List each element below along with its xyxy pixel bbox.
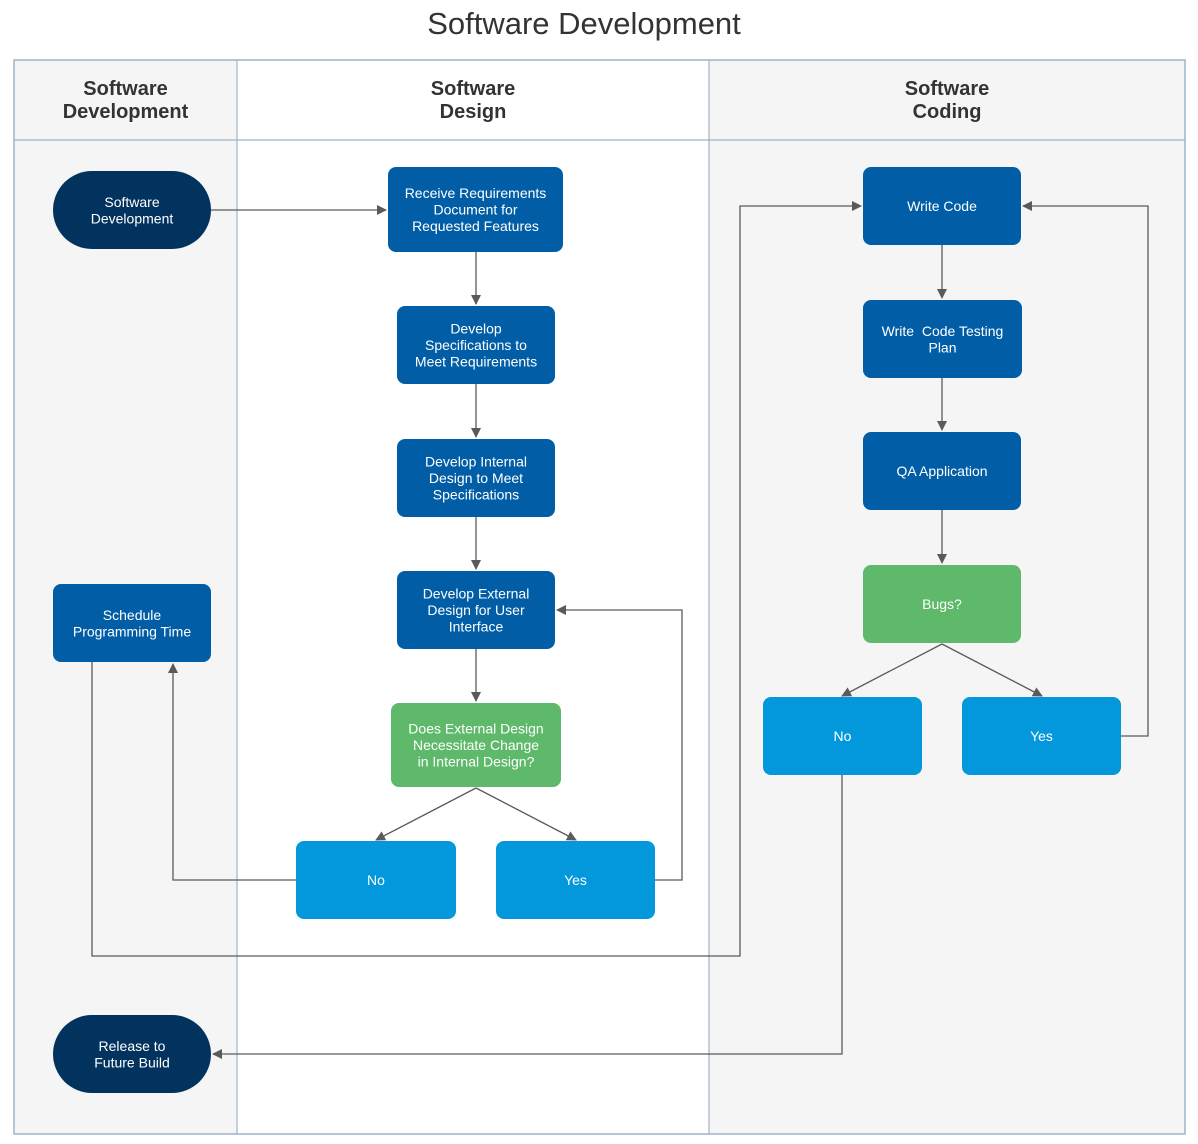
node-label: Yes xyxy=(1030,728,1053,744)
lane-header xyxy=(14,60,237,140)
node-label: Yes xyxy=(564,872,587,888)
node-schedule[interactable]: Schedule Programming Time xyxy=(53,584,211,662)
node-label: QA Application xyxy=(896,463,987,479)
node-bugs[interactable]: Bugs? xyxy=(863,565,1021,643)
node-coding-no[interactable]: No xyxy=(763,697,922,775)
lane-header-label: Software Coding xyxy=(905,78,989,123)
node-label: Write Code xyxy=(907,198,977,214)
node-coding-yes[interactable]: Yes xyxy=(962,697,1121,775)
node-internal[interactable]: Develop Internal Design to Meet Specificat… xyxy=(397,439,555,517)
node-receive[interactable]: Receive Requirements Document for Requeste… xyxy=(388,167,563,252)
node-write[interactable]: Write Code xyxy=(863,167,1021,245)
lane-header-label: Software Design xyxy=(431,78,515,123)
node-label: Release to Future Build xyxy=(94,1038,169,1071)
node-qa[interactable]: QA Application xyxy=(863,432,1021,510)
node-start[interactable]: Software Development xyxy=(53,171,211,249)
node-question[interactable]: Does External Design Necessitate Change in… xyxy=(391,703,561,787)
lane-header xyxy=(709,60,1185,140)
node-label: Develop Internal Design to Meet Specificat… xyxy=(425,454,527,503)
node-label: Does External Design Necessitate Change in… xyxy=(408,721,543,770)
node-design-yes[interactable]: Yes xyxy=(496,841,655,919)
node-design-no[interactable]: No xyxy=(296,841,456,919)
swimlane-flowchart: Software Development Software Design Softwar… xyxy=(13,59,1186,1135)
lane-header xyxy=(237,60,709,140)
node-label: No xyxy=(834,728,852,744)
node-testplan[interactable]: Write Code Testing Plan xyxy=(863,300,1022,378)
node-label: No xyxy=(367,872,385,888)
node-label: Bugs? xyxy=(922,596,962,612)
node-external[interactable]: Develop External Design for User Interface xyxy=(397,571,555,649)
node-specs[interactable]: Develop Specifications to Meet Requirement… xyxy=(397,306,555,384)
node-release[interactable]: Release to Future Build xyxy=(53,1015,211,1093)
